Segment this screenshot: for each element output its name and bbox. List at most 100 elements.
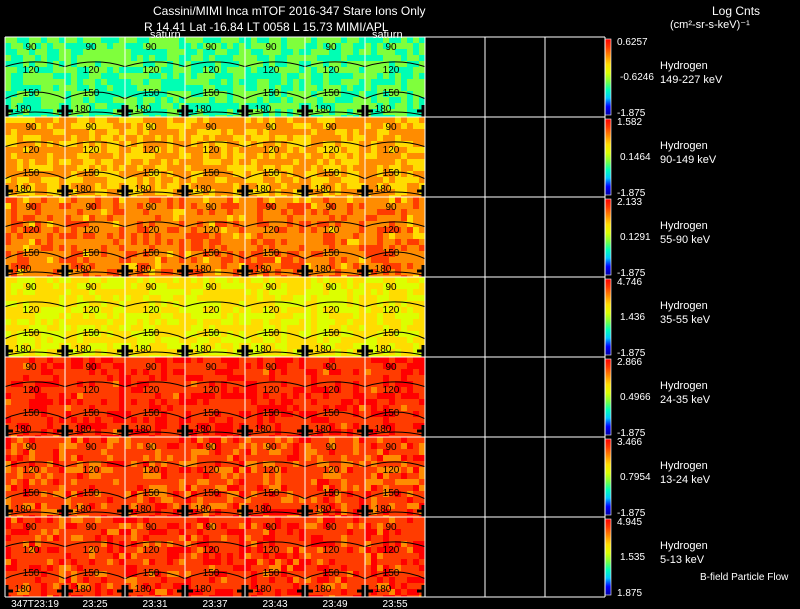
heatmap-pixel [11, 399, 17, 405]
heatmap-pixel [407, 313, 413, 319]
heatmap-pixel [23, 319, 29, 325]
heatmap-pixel [293, 85, 299, 91]
polar-angle-label: 90 [145, 362, 157, 373]
heatmap-pixel [239, 283, 245, 289]
heatmap-pixel [257, 295, 263, 301]
heatmap-pixel [113, 183, 119, 189]
heatmap-pixel [371, 97, 377, 103]
heatmap-pixel [83, 215, 89, 221]
heatmap-pixel [293, 313, 299, 319]
heatmap-pixel [191, 209, 197, 215]
heatmap-pixel [107, 147, 113, 153]
heatmap-pixel [107, 325, 113, 331]
heatmap-pixel [41, 325, 47, 331]
heatmap-pixel [251, 357, 257, 363]
heatmap-pixel [311, 307, 317, 313]
heatmap-pixel [251, 239, 257, 245]
heatmap-pixel [83, 135, 89, 141]
heatmap-pixel [407, 67, 413, 73]
heatmap-pixel [359, 49, 365, 55]
heatmap-pixel [65, 277, 71, 283]
heatmap-pixel [71, 153, 77, 159]
heatmap-pixel [341, 153, 347, 159]
colorbar-mid-label: 0.1291 [620, 232, 651, 243]
heatmap-pixel [389, 135, 395, 141]
heatmap-pixel [281, 245, 287, 251]
heatmap-pixel [77, 369, 83, 375]
heatmap-pixel [311, 227, 317, 233]
heatmap-pixel [131, 245, 137, 251]
heatmap-pixel [311, 55, 317, 61]
heatmap-pixel [59, 405, 65, 411]
heatmap-pixel [95, 239, 101, 245]
heatmap-pixel [281, 67, 287, 73]
heatmap-pixel [287, 239, 293, 245]
heatmap-pixel [287, 153, 293, 159]
heatmap-pixel [11, 135, 17, 141]
heatmap-pixel [287, 417, 293, 423]
heatmap-pixel [245, 245, 251, 251]
heatmap-pixel [257, 43, 263, 49]
heatmap-pixel [203, 319, 209, 325]
heatmap-pixel [179, 283, 185, 289]
heatmap-pixel [209, 239, 215, 245]
polar-angle-label: 120 [23, 305, 40, 316]
heatmap-pixel [113, 399, 119, 405]
heatmap-pixel [281, 369, 287, 375]
heatmap-pixel [107, 221, 113, 227]
heatmap-pixel [119, 283, 125, 289]
polar-arc [4, 31, 66, 36]
heatmap-pixel [65, 245, 71, 251]
heatmap-pixel [113, 129, 119, 135]
heatmap-pixel [47, 109, 53, 115]
heatmap-pixel [287, 257, 293, 263]
heatmap-pixel [179, 209, 185, 215]
heatmap-pixel [41, 423, 47, 429]
heatmap-pixel [401, 215, 407, 221]
heatmap-pixel [191, 67, 197, 73]
heatmap-pixel [257, 363, 263, 369]
heatmap-pixel [227, 239, 233, 245]
heatmap-pixel [167, 129, 173, 135]
heatmap-pixel [101, 197, 107, 203]
heatmap-pixel [203, 159, 209, 165]
heatmap-pixel [203, 135, 209, 141]
heatmap-pixel [185, 325, 191, 331]
heatmap-pixel [251, 147, 257, 153]
heatmap-pixel [251, 153, 257, 159]
heatmap-pixel [41, 135, 47, 141]
heatmap-pixel [245, 135, 251, 141]
heatmap-pixel [101, 129, 107, 135]
heatmap-pixel [227, 349, 233, 355]
heatmap-pixel [191, 405, 197, 411]
heatmap-pixel [167, 123, 173, 129]
heatmap-pixel [221, 319, 227, 325]
heatmap-pixel [71, 123, 77, 129]
heatmap-pixel [71, 387, 77, 393]
heatmap-pixel [227, 67, 233, 73]
heatmap-pixel [5, 369, 11, 375]
heatmap-pixel [113, 233, 119, 239]
heatmap-pixel [65, 49, 71, 55]
polar-angle-label: 150 [143, 408, 160, 419]
heatmap-pixel [251, 165, 257, 171]
heatmap-pixel [179, 49, 185, 55]
heatmap-pixel [5, 165, 11, 171]
heatmap-pixel [377, 197, 383, 203]
heatmap-pixel [227, 129, 233, 135]
heatmap-pixel [101, 369, 107, 375]
heatmap-pixel [71, 257, 77, 263]
heatmap-pixel [239, 399, 245, 405]
heatmap-pixel [293, 239, 299, 245]
heatmap-pixel [197, 215, 203, 221]
heatmap-pixel [113, 37, 119, 43]
heatmap-pixel [287, 369, 293, 375]
heatmap-pixel [107, 387, 113, 393]
heatmap-pixel [377, 129, 383, 135]
heatmap-pixel [179, 405, 185, 411]
heatmap-pixel [281, 197, 287, 203]
heatmap-pixel [347, 117, 353, 123]
heatmap-pixel [227, 177, 233, 183]
heatmap-pixel [371, 117, 377, 123]
heatmap-pixel [65, 313, 71, 319]
